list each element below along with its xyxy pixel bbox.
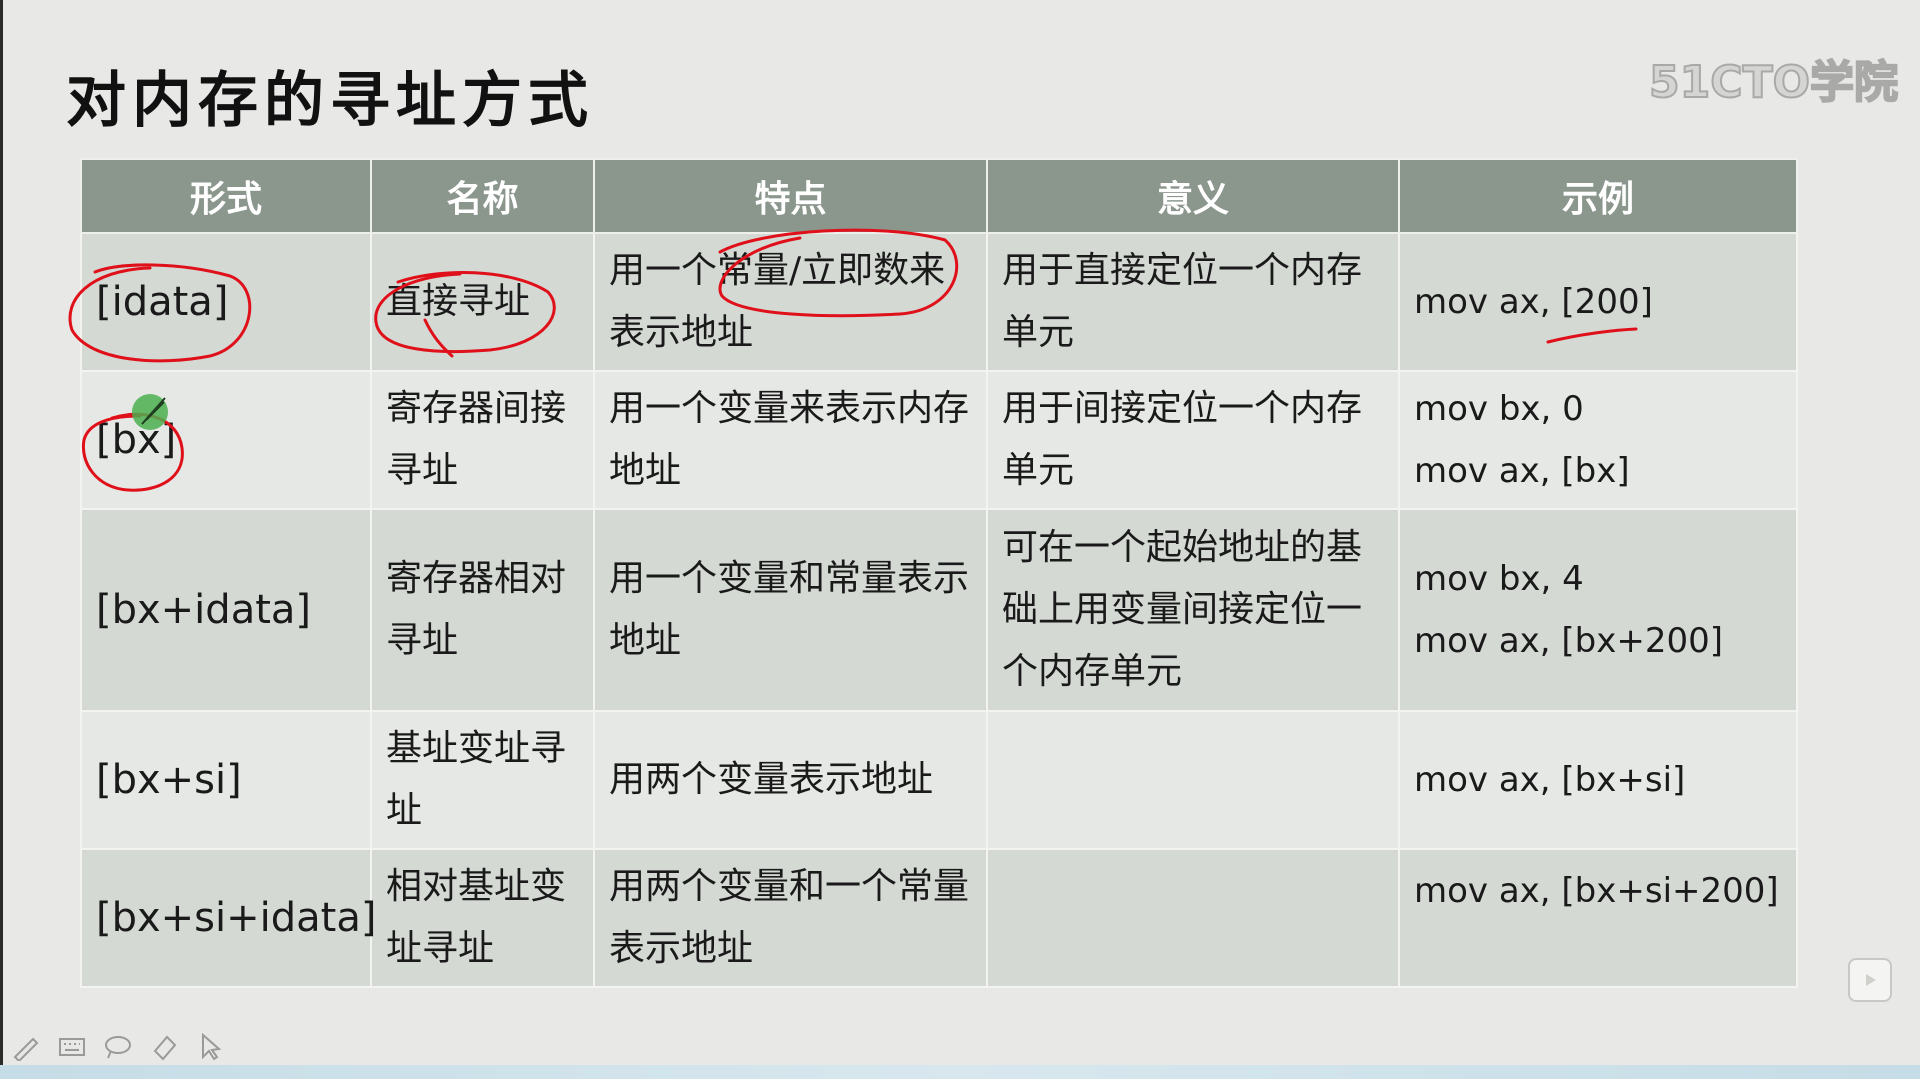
- feature-cell: 用两个变量表示地址: [593, 710, 988, 850]
- example-line: mov bx, 0: [1414, 389, 1584, 429]
- example-line: mov ax, [bx+200]: [1414, 621, 1724, 661]
- example-line: mov ax, [200]: [1414, 282, 1653, 322]
- table-row: [bx+si+idata] 相对基址变址寻址 用两个变量和一个常量表示地址 mo…: [80, 848, 1798, 988]
- form-cell: [bx]: [80, 370, 372, 510]
- meaning-cell: 用于直接定位一个内存单元: [986, 232, 1400, 372]
- slide-title: 对内存的寻址方式: [66, 66, 594, 136]
- example-line: mov ax, [bx+si+200]: [1414, 871, 1779, 911]
- header-form: 形式: [80, 158, 372, 234]
- feature-cell: 用一个变量和常量表示地址: [593, 508, 988, 712]
- header-example: 示例: [1398, 158, 1798, 234]
- form-cell: [idata]: [80, 232, 372, 372]
- example-cell: mov ax, [bx+si+200]: [1398, 848, 1798, 988]
- header-name: 名称: [370, 158, 595, 234]
- feature-cell: 用一个常量/立即数来表示地址: [593, 232, 988, 372]
- header-feature: 特点: [593, 158, 988, 234]
- meaning-cell: 用于间接定位一个内存单元: [986, 370, 1400, 510]
- watermark-logo: 51CTO学院: [1648, 56, 1899, 109]
- example-line: mov ax, [bx]: [1414, 451, 1630, 491]
- table-row: [bx+si] 基址变址寻址 用两个变量表示地址 mov ax, [bx+si]: [80, 710, 1798, 850]
- example-line: mov bx, 4: [1414, 559, 1584, 599]
- addressing-table-container: 形式 名称 特点 意义 示例 [idata] 直接寻址 用一个常量/立即数来表示…: [80, 158, 1798, 988]
- meaning-cell: 可在一个起始地址的基础上用变量间接定位一个内存单元: [986, 508, 1400, 712]
- meaning-cell: [986, 710, 1400, 850]
- form-cell: [bx+si]: [80, 710, 372, 850]
- name-cell: 直接寻址: [370, 232, 595, 372]
- addressing-table: 形式 名称 特点 意义 示例 [idata] 直接寻址 用一个常量/立即数来表示…: [80, 158, 1798, 988]
- example-cell: mov ax, [200]: [1398, 232, 1798, 372]
- name-cell: 基址变址寻址: [370, 710, 595, 850]
- eraser-icon[interactable]: [148, 1030, 180, 1062]
- example-cell: mov bx, 4 mov ax, [bx+200]: [1398, 508, 1798, 712]
- play-button[interactable]: [1848, 958, 1892, 1002]
- example-cell: mov bx, 0 mov ax, [bx]: [1398, 370, 1798, 510]
- name-cell: 相对基址变址寻址: [370, 848, 595, 988]
- table-row: [idata] 直接寻址 用一个常量/立即数来表示地址 用于直接定位一个内存单元…: [80, 232, 1798, 372]
- slide-edge: [0, 0, 3, 1079]
- keyboard-icon[interactable]: [56, 1030, 88, 1062]
- form-cell: [bx+idata]: [80, 508, 372, 712]
- example-cell: mov ax, [bx+si]: [1398, 710, 1798, 850]
- table-row: [bx] 寄存器间接寻址 用一个变量来表示内存地址 用于间接定位一个内存单元 m…: [80, 370, 1798, 510]
- feature-cell: 用一个变量来表示内存地址: [593, 370, 988, 510]
- bottom-strip: [0, 1065, 1920, 1079]
- pointer-icon[interactable]: [194, 1030, 226, 1062]
- feature-cell: 用两个变量和一个常量表示地址: [593, 848, 988, 988]
- meaning-cell: [986, 848, 1400, 988]
- lasso-icon[interactable]: [102, 1030, 134, 1062]
- table-row: [bx+idata] 寄存器相对寻址 用一个变量和常量表示地址 可在一个起始地址…: [80, 508, 1798, 712]
- table-header-row: 形式 名称 特点 意义 示例: [80, 158, 1798, 234]
- name-cell: 寄存器相对寻址: [370, 508, 595, 712]
- name-cell: 寄存器间接寻址: [370, 370, 595, 510]
- pen-icon[interactable]: [10, 1030, 42, 1062]
- form-cell: [bx+si+idata]: [80, 848, 376, 988]
- play-icon: [1866, 974, 1876, 986]
- header-meaning: 意义: [986, 158, 1400, 234]
- annotation-toolbar: [10, 1030, 226, 1062]
- example-line: mov ax, [bx+si]: [1414, 760, 1686, 800]
